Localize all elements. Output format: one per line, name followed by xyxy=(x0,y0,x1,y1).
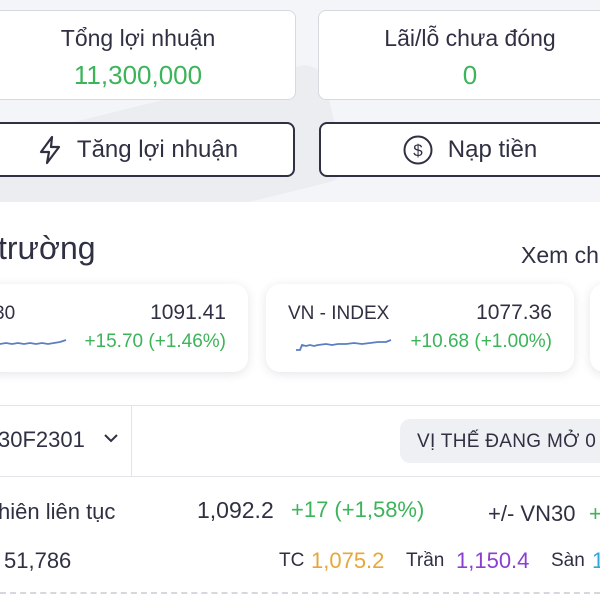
market-card-change: +15.70 (+1.46%) xyxy=(84,331,226,352)
market-card-vn30[interactable]: 30 1091.41 +15.70 (+1.46%) xyxy=(0,284,248,372)
total-profit-label: Tổng lợi nhuận xyxy=(60,25,216,51)
contract-selector[interactable]: 30F2301 xyxy=(0,427,85,453)
dollar-circle-icon: $ xyxy=(402,134,434,166)
chevron-down-icon[interactable] xyxy=(103,432,119,444)
reference-label: TC xyxy=(279,550,305,571)
market-card-change: +10.68 (+1.00%) xyxy=(410,331,552,352)
price-change: +17 (+1,58%) xyxy=(291,497,425,522)
volume-value: 51,786 xyxy=(4,548,72,573)
market-section-title: trường xyxy=(0,230,96,266)
section-divider xyxy=(0,476,600,477)
lightning-icon xyxy=(37,135,63,165)
sparkline-chart xyxy=(0,339,67,345)
session-label: hiên liên tục xyxy=(0,499,116,524)
current-price: 1,092.2 xyxy=(197,497,274,523)
floor-label: Sàn xyxy=(551,550,585,571)
deposit-label: Nạp tiền xyxy=(447,135,538,163)
see-more-link[interactable]: Xem ch xyxy=(521,242,599,269)
ceiling-value: 1,150.4 xyxy=(456,548,530,573)
market-card-name: VN - INDEX xyxy=(288,303,390,324)
sparkline-chart xyxy=(296,339,392,351)
market-card-value: 1091.41 xyxy=(150,301,226,324)
floor-value: 1 xyxy=(592,548,600,573)
open-position-badge[interactable]: VỊ THẾ ĐANG MỞ 0 xyxy=(400,419,600,463)
basis-label: +/- VN30 xyxy=(488,501,576,526)
section-divider xyxy=(0,405,600,406)
market-card-partial[interactable] xyxy=(590,284,600,372)
dashed-separator xyxy=(0,592,600,594)
basis-value: + xyxy=(589,501,600,526)
unrealized-pnl-value: 0 xyxy=(462,60,478,90)
reference-value: 1,075.2 xyxy=(311,548,385,573)
total-profit-value: 11,300,000 xyxy=(73,60,203,90)
ceiling-label: Trần xyxy=(406,550,445,571)
unrealized-pnl-label: Lãi/lỗ chưa đóng xyxy=(384,25,556,51)
deposit-button[interactable]: $ Nạp tiền xyxy=(319,122,600,177)
svg-text:$: $ xyxy=(413,141,423,160)
boost-profit-button[interactable]: Tăng lợi nhuận xyxy=(0,122,295,177)
vertical-divider xyxy=(131,406,132,476)
boost-profit-label: Tăng lợi nhuận xyxy=(76,135,239,163)
market-card-name: 30 xyxy=(0,303,16,324)
total-profit-card: Tổng lợi nhuận 11,300,000 xyxy=(0,10,296,100)
market-card-value: 1077.36 xyxy=(476,301,552,324)
unrealized-pnl-card: Lãi/lỗ chưa đóng 0 xyxy=(318,10,600,100)
market-card-vnindex[interactable]: VN - INDEX 1077.36 +10.68 (+1.00%) xyxy=(266,284,574,372)
